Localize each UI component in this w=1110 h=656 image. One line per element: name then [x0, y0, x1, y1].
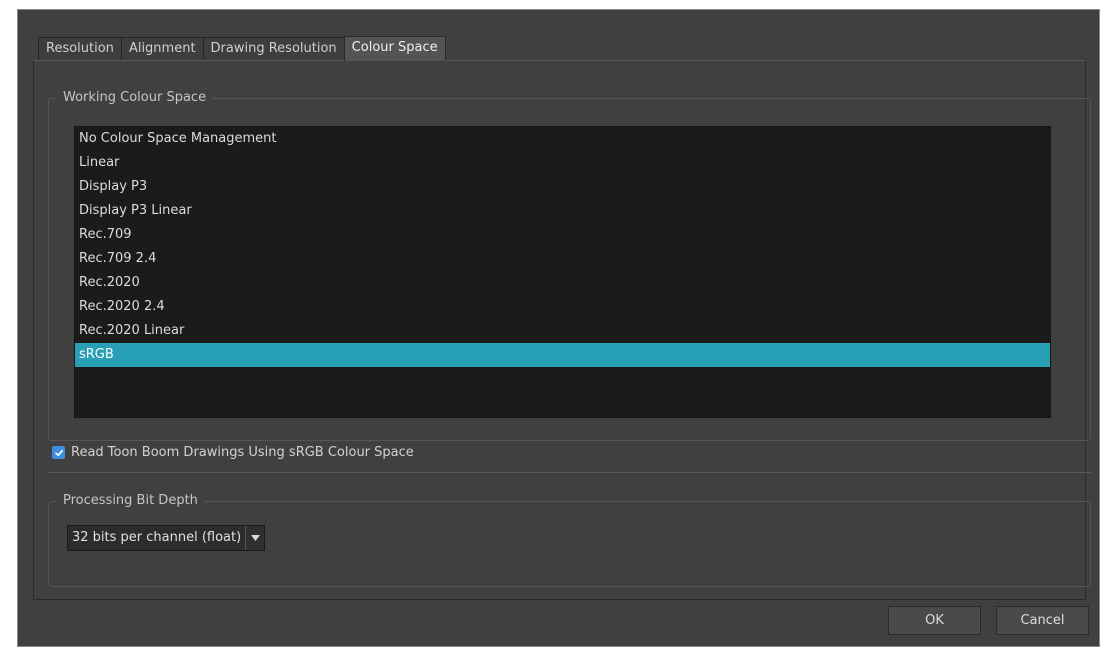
dropdown-arrow-icon[interactable] [245, 526, 265, 550]
checkmark-icon [54, 449, 63, 456]
read-toon-boom-checkbox[interactable] [52, 446, 65, 459]
cancel-button[interactable]: Cancel [996, 606, 1089, 635]
list-item-rec2020[interactable]: Rec.2020 [75, 271, 1050, 295]
processing-bit-depth-group: Processing Bit Depth 32 bits per channel… [48, 493, 1091, 587]
read-toon-boom-checkbox-row[interactable]: Read Toon Boom Drawings Using sRGB Colou… [52, 445, 414, 460]
section-divider [48, 472, 1091, 473]
tab-colour-space[interactable]: Colour Space [343, 36, 446, 61]
ok-button[interactable]: OK [888, 606, 981, 635]
bit-depth-select[interactable]: 32 bits per channel (float) [67, 525, 266, 551]
list-item-no-colour-space-management[interactable]: No Colour Space Management [75, 127, 1050, 151]
scene-settings-dialog: Resolution Alignment Drawing Resolution … [17, 9, 1100, 647]
tab-drawing-resolution[interactable]: Drawing Resolution [202, 37, 345, 61]
list-item-rec709-2-4[interactable]: Rec.709 2.4 [75, 247, 1050, 271]
processing-bit-depth-title: Processing Bit Depth [57, 493, 204, 509]
list-item-rec2020-linear[interactable]: Rec.2020 Linear [75, 319, 1050, 343]
list-item-rec709[interactable]: Rec.709 [75, 223, 1050, 247]
colour-space-pane: Working Colour Space No Colour Space Man… [33, 60, 1091, 600]
bit-depth-value: 32 bits per channel (float) [72, 530, 242, 545]
list-item-srgb[interactable]: sRGB [75, 343, 1050, 367]
tab-bar: Resolution Alignment Drawing Resolution … [38, 36, 446, 61]
tab-resolution[interactable]: Resolution [38, 37, 122, 61]
list-item-display-p3-linear[interactable]: Display P3 Linear [75, 199, 1050, 223]
working-colour-space-title: Working Colour Space [57, 90, 213, 106]
list-item-display-p3[interactable]: Display P3 [75, 175, 1050, 199]
read-toon-boom-label: Read Toon Boom Drawings Using sRGB Colou… [71, 445, 414, 460]
working-colour-space-group: Working Colour Space No Colour Space Man… [48, 90, 1091, 441]
list-item-linear[interactable]: Linear [75, 151, 1050, 175]
colour-space-list[interactable]: No Colour Space Management Linear Displa… [74, 126, 1051, 418]
list-item-rec2020-2-4[interactable]: Rec.2020 2.4 [75, 295, 1050, 319]
tab-alignment[interactable]: Alignment [120, 37, 204, 61]
